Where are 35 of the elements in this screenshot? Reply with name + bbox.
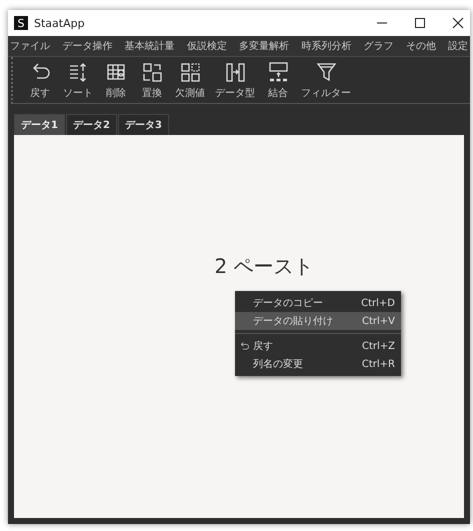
window-title: StaatApp — [34, 16, 85, 30]
menu-item[interactable]: 多変量解析 — [239, 39, 289, 53]
caption-text: 2 ペースト — [214, 253, 314, 279]
menu-item[interactable]: 設定 — [448, 39, 468, 53]
context-menu-item[interactable]: データのコピー Ctrl+D — [235, 294, 401, 312]
toolbar-button[interactable]: 結合 — [261, 60, 295, 100]
toolbar-button[interactable]: ソート — [59, 60, 97, 100]
menu-item[interactable]: データ操作 — [62, 39, 112, 53]
menu-item[interactable]: 時系列分析 — [301, 39, 352, 53]
context-menu-item[interactable]: 戻す Ctrl+Z — [235, 337, 401, 355]
tab[interactable]: データ2 — [66, 114, 117, 135]
toolbar-button[interactable]: データ型 — [211, 60, 259, 100]
menu-item[interactable]: その他 — [406, 39, 436, 53]
toolbar-button[interactable]: 欠測値 — [171, 60, 209, 100]
filter-icon — [314, 60, 338, 84]
context-menu-item[interactable]: データの貼り付け Ctrl+V — [235, 312, 401, 330]
toolbar-button[interactable]: 置換 — [135, 60, 169, 100]
toolbar-button[interactable]: 戻す — [23, 60, 57, 100]
grid-icon — [178, 60, 202, 84]
menu-item[interactable]: 仮説検定 — [186, 39, 227, 53]
merge-icon — [266, 60, 290, 84]
undo-icon — [239, 340, 250, 352]
columns-icon — [224, 60, 246, 84]
menu-item[interactable]: グラフ — [364, 39, 394, 53]
toolbar-button[interactable]: 削除 — [99, 60, 133, 100]
menu-item[interactable]: ファイル — [10, 39, 50, 53]
maximize-icon[interactable] — [414, 17, 426, 29]
toolbar-button[interactable]: フィルター — [297, 60, 355, 100]
app-logo: S — [14, 16, 28, 30]
tab[interactable]: データ3 — [118, 114, 169, 135]
context-menu-item[interactable]: 列名の変更 Ctrl+R — [235, 355, 401, 373]
close-icon[interactable] — [452, 17, 464, 29]
tab[interactable]: データ1 — [14, 114, 65, 135]
menu-item[interactable]: 基本統計量 — [124, 39, 174, 53]
replace-icon — [140, 60, 164, 84]
